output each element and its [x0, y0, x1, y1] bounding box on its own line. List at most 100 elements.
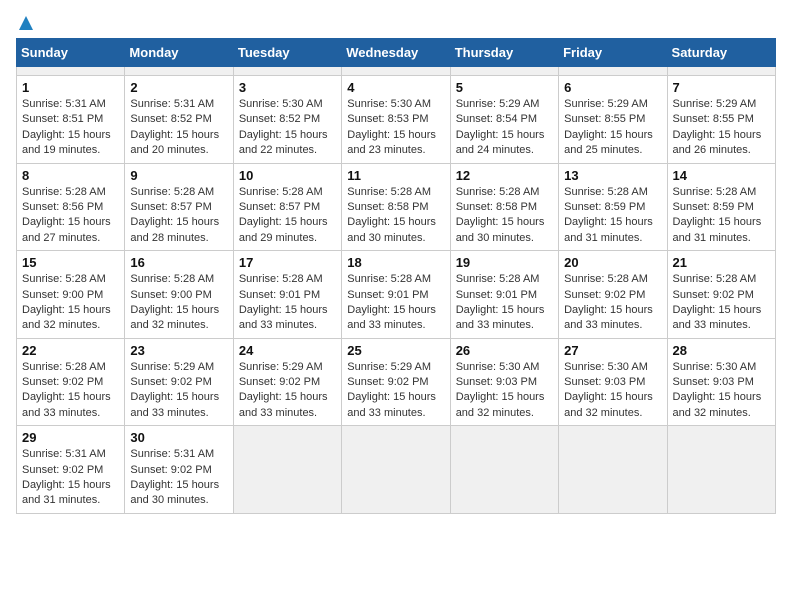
calendar-cell: 3 Sunrise: 5:30 AMSunset: 8:52 PMDaylight…: [233, 76, 341, 164]
calendar-cell: 14 Sunrise: 5:28 AMSunset: 8:59 PMDayligh…: [667, 163, 775, 251]
day-number: 5: [456, 80, 553, 95]
calendar-cell: 15 Sunrise: 5:28 AMSunset: 9:00 PMDayligh…: [17, 251, 125, 339]
day-number: 16: [130, 255, 227, 270]
day-info: Sunrise: 5:29 AMSunset: 9:02 PMDaylight:…: [239, 360, 336, 422]
day-number: 29: [22, 430, 119, 445]
calendar-cell: 18Sunrise: 5:28 AMSunset: 9:01 PMDayligh…: [342, 251, 450, 339]
day-info: Sunrise: 5:29 AMSunset: 8:55 PMDaylight:…: [564, 97, 661, 159]
day-info: Sunrise: 5:28 AMSunset: 8:58 PMDaylight:…: [456, 185, 553, 247]
day-number: 17: [239, 255, 336, 270]
day-number: 12: [456, 168, 553, 183]
column-header-thursday: Thursday: [450, 39, 558, 67]
day-info: Sunrise: 5:29 AMSunset: 9:02 PMDaylight:…: [347, 360, 444, 422]
day-number: 8: [22, 168, 119, 183]
week-row-3: 8 Sunrise: 5:28 AMSunset: 8:56 PMDaylight…: [17, 163, 776, 251]
calendar-cell: 29 Sunrise: 5:31 AMSunset: 9:02 PMDayligh…: [17, 426, 125, 514]
day-info: Sunrise: 5:28 AMSunset: 8:57 PMDaylight:…: [239, 185, 336, 247]
day-info: Sunrise: 5:31 AMSunset: 8:52 PMDaylight:…: [130, 97, 227, 159]
calendar-cell: 2 Sunrise: 5:31 AMSunset: 8:52 PMDaylight…: [125, 76, 233, 164]
day-info: Sunrise: 5:28 AMSunset: 9:02 PMDaylight:…: [673, 272, 770, 334]
logo-icon: [17, 14, 35, 32]
day-number: 30: [130, 430, 227, 445]
day-number: 24: [239, 343, 336, 358]
calendar-cell: 17Sunrise: 5:28 AMSunset: 9:01 PMDayligh…: [233, 251, 341, 339]
day-info: Sunrise: 5:28 AMSunset: 8:58 PMDaylight:…: [347, 185, 444, 247]
calendar-cell: 20Sunrise: 5:28 AMSunset: 9:02 PMDayligh…: [559, 251, 667, 339]
calendar-cell: 27 Sunrise: 5:30 AMSunset: 9:03 PMDayligh…: [559, 338, 667, 426]
day-number: 4: [347, 80, 444, 95]
day-info: Sunrise: 5:30 AMSunset: 9:03 PMDaylight:…: [564, 360, 661, 422]
week-row-2: 1 Sunrise: 5:31 AMSunset: 8:51 PMDaylight…: [17, 76, 776, 164]
day-info: Sunrise: 5:30 AMSunset: 8:52 PMDaylight:…: [239, 97, 336, 159]
calendar-cell: 1 Sunrise: 5:31 AMSunset: 8:51 PMDaylight…: [17, 76, 125, 164]
calendar-cell: 19 Sunrise: 5:28 AMSunset: 9:01 PMDayligh…: [450, 251, 558, 339]
calendar-cell: 9Sunrise: 5:28 AMSunset: 8:57 PMDaylight…: [125, 163, 233, 251]
week-row-5: 22 Sunrise: 5:28 AMSunset: 9:02 PMDayligh…: [17, 338, 776, 426]
calendar-cell: [450, 67, 558, 76]
day-number: 22: [22, 343, 119, 358]
column-header-sunday: Sunday: [17, 39, 125, 67]
calendar-cell: 16 Sunrise: 5:28 AMSunset: 9:00 PMDayligh…: [125, 251, 233, 339]
calendar-cell: [233, 426, 341, 514]
calendar-cell: 10 Sunrise: 5:28 AMSunset: 8:57 PMDayligh…: [233, 163, 341, 251]
day-number: 23: [130, 343, 227, 358]
calendar-cell: 30 Sunrise: 5:31 AMSunset: 9:02 PMDayligh…: [125, 426, 233, 514]
calendar-cell: 13 Sunrise: 5:28 AMSunset: 8:59 PMDayligh…: [559, 163, 667, 251]
column-header-monday: Monday: [125, 39, 233, 67]
day-info: Sunrise: 5:30 AMSunset: 9:03 PMDaylight:…: [456, 360, 553, 422]
day-info: Sunrise: 5:28 AMSunset: 8:59 PMDaylight:…: [564, 185, 661, 247]
day-number: 27: [564, 343, 661, 358]
day-info: Sunrise: 5:29 AMSunset: 8:54 PMDaylight:…: [456, 97, 553, 159]
calendar-cell: 4Sunrise: 5:30 AMSunset: 8:53 PMDaylight…: [342, 76, 450, 164]
day-number: 13: [564, 168, 661, 183]
calendar-cell: [17, 67, 125, 76]
calendar-cell: 8 Sunrise: 5:28 AMSunset: 8:56 PMDaylight…: [17, 163, 125, 251]
calendar-cell: 25 Sunrise: 5:29 AMSunset: 9:02 PMDayligh…: [342, 338, 450, 426]
calendar-cell: 26 Sunrise: 5:30 AMSunset: 9:03 PMDayligh…: [450, 338, 558, 426]
week-row-1: [17, 67, 776, 76]
day-number: 28: [673, 343, 770, 358]
calendar-cell: 11 Sunrise: 5:28 AMSunset: 8:58 PMDayligh…: [342, 163, 450, 251]
calendar-cell: [233, 67, 341, 76]
calendar-cell: [450, 426, 558, 514]
day-info: Sunrise: 5:28 AMSunset: 9:00 PMDaylight:…: [22, 272, 119, 334]
day-number: 7: [673, 80, 770, 95]
day-number: 26: [456, 343, 553, 358]
calendar-cell: 23 Sunrise: 5:29 AMSunset: 9:02 PMDayligh…: [125, 338, 233, 426]
day-info: Sunrise: 5:28 AMSunset: 8:57 PMDaylight:…: [130, 185, 227, 247]
day-number: 25: [347, 343, 444, 358]
day-info: Sunrise: 5:31 AMSunset: 9:02 PMDaylight:…: [22, 447, 119, 509]
day-info: Sunrise: 5:28 AMSunset: 8:56 PMDaylight:…: [22, 185, 119, 247]
calendar-cell: [667, 67, 775, 76]
day-number: 6: [564, 80, 661, 95]
calendar-cell: 21Sunrise: 5:28 AMSunset: 9:02 PMDayligh…: [667, 251, 775, 339]
calendar-cell: 7Sunrise: 5:29 AMSunset: 8:55 PMDaylight…: [667, 76, 775, 164]
day-info: Sunrise: 5:31 AMSunset: 9:02 PMDaylight:…: [130, 447, 227, 509]
day-info: Sunrise: 5:31 AMSunset: 8:51 PMDaylight:…: [22, 97, 119, 159]
day-number: 11: [347, 168, 444, 183]
day-info: Sunrise: 5:29 AMSunset: 9:02 PMDaylight:…: [130, 360, 227, 422]
calendar-cell: 12 Sunrise: 5:28 AMSunset: 8:58 PMDayligh…: [450, 163, 558, 251]
week-row-4: 15 Sunrise: 5:28 AMSunset: 9:00 PMDayligh…: [17, 251, 776, 339]
day-number: 14: [673, 168, 770, 183]
day-info: Sunrise: 5:28 AMSunset: 9:01 PMDaylight:…: [456, 272, 553, 334]
day-number: 1: [22, 80, 119, 95]
calendar-cell: 6 Sunrise: 5:29 AMSunset: 8:55 PMDaylight…: [559, 76, 667, 164]
calendar-cell: [342, 67, 450, 76]
column-header-friday: Friday: [559, 39, 667, 67]
day-number: 3: [239, 80, 336, 95]
day-info: Sunrise: 5:28 AMSunset: 8:59 PMDaylight:…: [673, 185, 770, 247]
calendar-cell: 24 Sunrise: 5:29 AMSunset: 9:02 PMDayligh…: [233, 338, 341, 426]
day-number: 10: [239, 168, 336, 183]
column-header-wednesday: Wednesday: [342, 39, 450, 67]
calendar-header-row: SundayMondayTuesdayWednesdayThursdayFrid…: [17, 39, 776, 67]
day-number: 19: [456, 255, 553, 270]
day-info: Sunrise: 5:28 AMSunset: 9:00 PMDaylight:…: [130, 272, 227, 334]
day-number: 18: [347, 255, 444, 270]
day-info: Sunrise: 5:28 AMSunset: 9:02 PMDaylight:…: [22, 360, 119, 422]
day-number: 2: [130, 80, 227, 95]
calendar-cell: [125, 67, 233, 76]
column-header-saturday: Saturday: [667, 39, 775, 67]
day-number: 15: [22, 255, 119, 270]
calendar-cell: [667, 426, 775, 514]
